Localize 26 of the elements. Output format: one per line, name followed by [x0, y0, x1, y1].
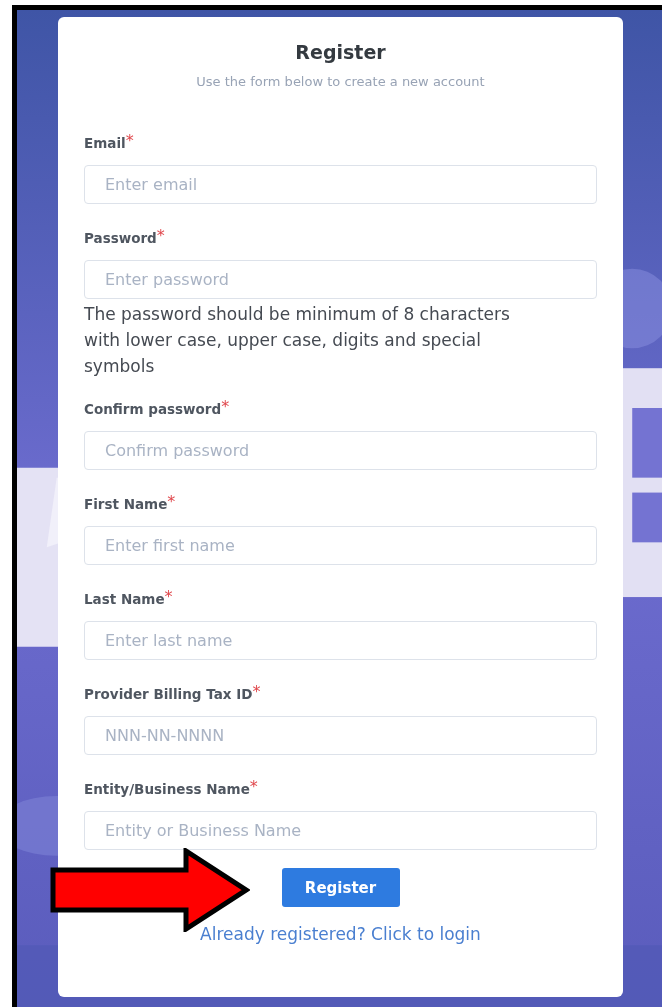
required-mark: *	[221, 399, 230, 415]
input-field[interactable]: Enter first name	[84, 526, 597, 565]
login-link[interactable]: Already registered? Click to login	[200, 924, 481, 944]
input-field[interactable]: Entity or Business Name	[84, 811, 597, 850]
field-label: Confirm password	[84, 400, 222, 419]
password-hint: The password should be minimum of 8 characters with lower case, upper case, digits and special symbols	[84, 303, 511, 378]
input-field[interactable]: Enter email	[84, 165, 597, 204]
field-label: Password	[84, 230, 157, 248]
required-mark: *	[156, 228, 165, 244]
required-mark: *	[164, 589, 173, 605]
form-title: Register	[294, 40, 387, 65]
field-label: First Name	[84, 496, 168, 514]
input-field[interactable]: Enter last name	[84, 621, 597, 660]
field-label: Entity/Business Name	[84, 781, 250, 799]
field-label: Last Name	[84, 591, 165, 609]
input-field[interactable]: Confirm password	[84, 431, 597, 470]
required-mark: *	[167, 494, 176, 510]
required-mark: *	[125, 133, 134, 149]
required-mark: *	[249, 779, 258, 795]
register-button[interactable]: Register	[281, 868, 400, 907]
input-field[interactable]: NNN-NN-NNNN	[84, 716, 597, 755]
input-field[interactable]: Enter password	[84, 260, 597, 299]
field-label: Provider Billing Tax ID	[84, 686, 253, 704]
form-subtitle: Use the form below to create a new account	[195, 73, 486, 91]
required-mark: *	[252, 684, 261, 700]
field-label: Email	[84, 135, 126, 153]
